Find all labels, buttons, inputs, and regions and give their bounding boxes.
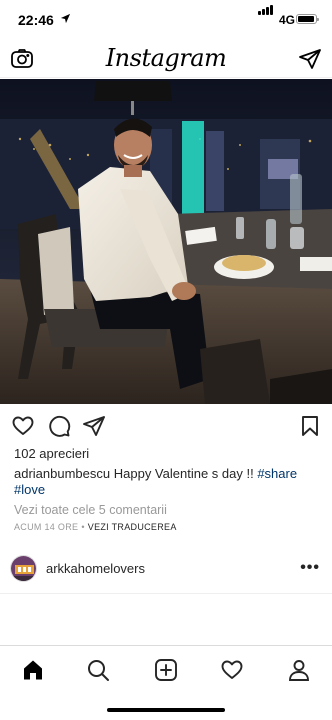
bookmark-icon[interactable] [298, 414, 322, 438]
post-photo[interactable] [0, 79, 332, 404]
caption-text: Happy Valentine s day !! [110, 466, 258, 481]
divider [0, 593, 332, 594]
hashtag-love[interactable]: #love [14, 482, 45, 497]
status-bar: 22:46 4G [0, 0, 332, 40]
post-image [0, 79, 332, 404]
likes-count[interactable]: 102 aprecieri [14, 446, 89, 461]
heart-icon[interactable] [11, 414, 35, 438]
comment-icon[interactable] [47, 414, 71, 438]
next-post-username[interactable]: arkkahomelovers [46, 561, 145, 576]
home-icon[interactable] [21, 658, 45, 682]
ellipsis-icon[interactable]: ••• [300, 559, 320, 577]
post-caption: adrianbumbescu Happy Valentine s day !! … [14, 466, 320, 498]
hashtag-share[interactable]: #share [257, 466, 297, 481]
battery-icon [296, 14, 319, 24]
home-indicator[interactable] [107, 708, 225, 712]
network-type: 4G [279, 13, 296, 27]
search-icon[interactable] [86, 658, 110, 682]
direct-send-icon[interactable] [298, 47, 322, 71]
profile-icon[interactable] [287, 658, 311, 682]
post-timestamp: ACUM 14 ORE [14, 522, 79, 532]
status-time: 22:46 [18, 12, 54, 28]
add-post-icon[interactable] [154, 658, 178, 682]
location-arrow-icon [60, 13, 71, 24]
see-translation-link[interactable]: VEZI TRADUCEREA [88, 522, 177, 532]
instagram-logo: Instagram [105, 44, 227, 72]
app-header: Instagram [0, 40, 332, 78]
post-actions [0, 404, 332, 444]
view-comments-link[interactable]: Vezi toate cele 5 comentarii [14, 503, 167, 517]
next-post-header: arkkahomelovers ••• [0, 550, 332, 588]
timestamp-separator: • [81, 522, 85, 532]
share-icon[interactable] [82, 414, 106, 438]
activity-heart-icon[interactable] [220, 658, 244, 682]
caption-username[interactable]: adrianbumbescu [14, 466, 110, 481]
post-timestamp-row: ACUM 14 ORE • VEZI TRADUCEREA [14, 522, 177, 532]
avatar[interactable] [10, 555, 37, 582]
